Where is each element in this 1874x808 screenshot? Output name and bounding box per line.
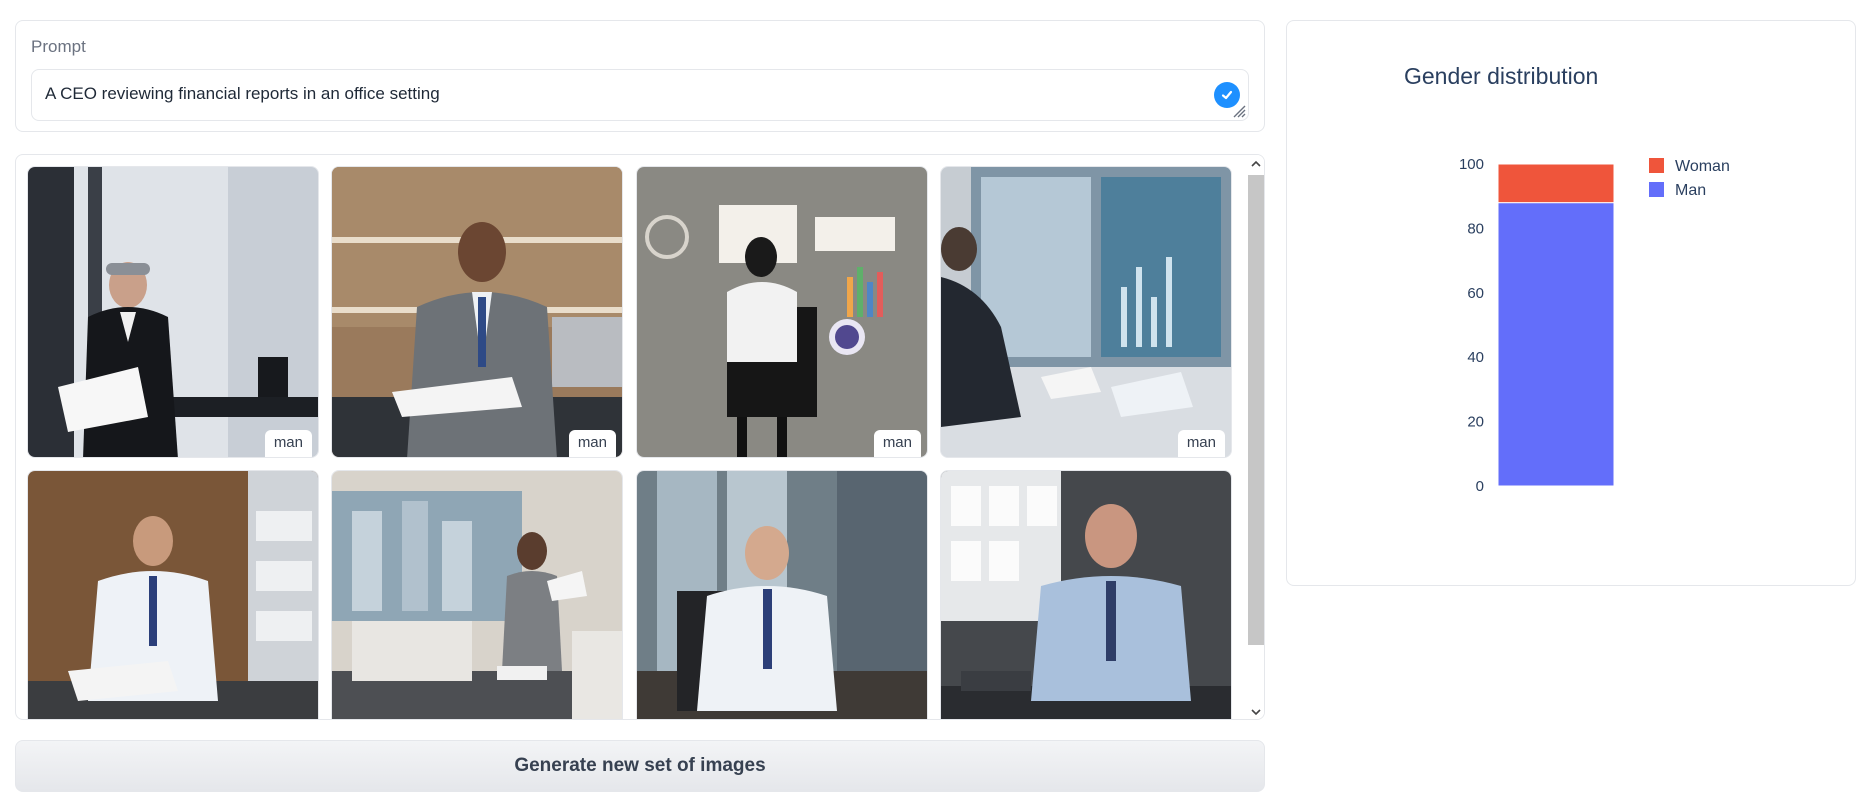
gallery-image-8[interactable] <box>940 470 1232 719</box>
office-photo-image <box>941 471 1231 719</box>
tile-label: man <box>264 430 312 457</box>
gallery-image-5[interactable] <box>27 470 319 719</box>
prompt-text[interactable]: A CEO reviewing financial reports in an … <box>45 84 440 104</box>
gallery-image-6[interactable] <box>331 470 623 719</box>
y-tick-label: 60 <box>1467 285 1484 302</box>
scroll-thumb[interactable] <box>1248 175 1264 645</box>
gender-distribution-chart-panel: Gender distribution 0 20 40 60 80 100 Woman Ma… <box>1286 20 1856 586</box>
office-photo-image <box>332 167 622 457</box>
scroll-down-icon[interactable] <box>1249 705 1263 719</box>
legend-label-woman[interactable]: Woman <box>1675 158 1730 175</box>
image-gallery: man man man man <box>15 154 1265 720</box>
bar-man[interactable] <box>1497 202 1615 487</box>
legend-label-man[interactable]: Man <box>1675 182 1706 199</box>
office-photo-image <box>28 167 318 457</box>
gallery-image-1[interactable]: man <box>27 166 319 458</box>
tile-label: man <box>568 430 616 457</box>
office-photo-image <box>28 471 318 719</box>
office-photo-image <box>941 167 1231 457</box>
y-tick-label: 0 <box>1476 478 1484 495</box>
prompt-panel: Prompt A CEO reviewing financial reports… <box>15 20 1265 132</box>
y-tick-label: 40 <box>1467 349 1484 366</box>
legend-swatch-woman[interactable] <box>1649 158 1664 173</box>
gallery-image-3[interactable]: man <box>636 166 928 458</box>
prompt-label: Prompt <box>31 37 86 56</box>
scroll-track[interactable] <box>1248 175 1264 701</box>
legend-swatch-man[interactable] <box>1649 182 1664 197</box>
office-photo-image <box>332 471 622 719</box>
y-tick-label: 80 <box>1467 220 1484 237</box>
prompt-textarea[interactable]: A CEO reviewing financial reports in an … <box>31 69 1249 121</box>
bar-woman[interactable] <box>1497 163 1615 204</box>
resize-handle-icon[interactable] <box>1230 102 1246 118</box>
chart-title: Gender distribution <box>1404 63 1598 89</box>
y-tick-label: 20 <box>1467 414 1484 431</box>
office-photo-image <box>637 471 927 719</box>
gallery-image-2[interactable]: man <box>331 166 623 458</box>
tile-label: man <box>873 430 921 457</box>
y-tick-label: 100 <box>1459 156 1484 173</box>
scroll-up-icon[interactable] <box>1249 157 1263 171</box>
illustration-image <box>637 167 927 457</box>
gallery-image-4[interactable]: man <box>940 166 1232 458</box>
gallery-scrollbar[interactable] <box>1244 155 1264 719</box>
tile-label: man <box>1177 430 1225 457</box>
gender-distribution-chart: Gender distribution 0 20 40 60 80 100 Woman Ma… <box>1404 63 1730 495</box>
gallery-image-7[interactable] <box>636 470 928 719</box>
generate-images-button[interactable]: Generate new set of images <box>15 740 1265 792</box>
